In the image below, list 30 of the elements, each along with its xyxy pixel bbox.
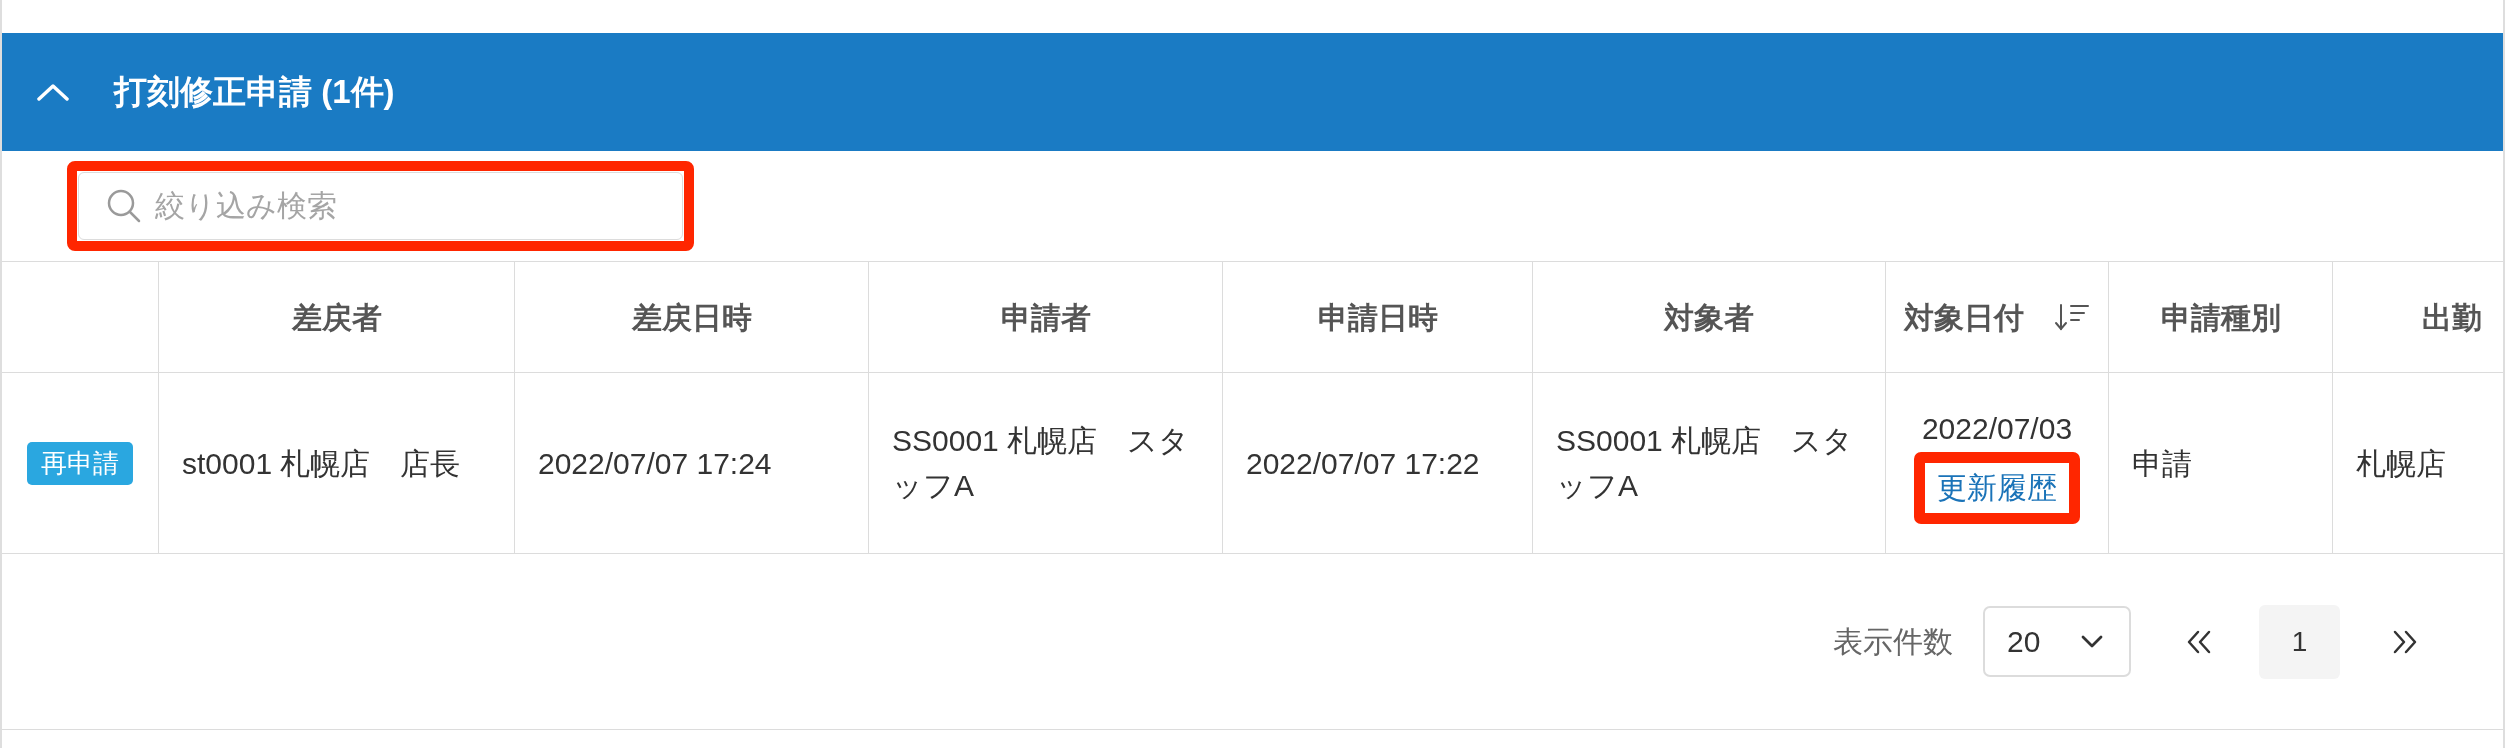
table-value: st0001 札幌店 店長 bbox=[182, 445, 461, 482]
column-header: 申請種別 bbox=[2160, 299, 2281, 336]
history-link[interactable]: 更新履歴 bbox=[1925, 463, 2069, 513]
double-chevron-left-icon[interactable] bbox=[2186, 629, 2212, 654]
reapply-button[interactable]: 再申請 bbox=[27, 441, 133, 485]
table-value: SS0001 札幌店 スタッフA bbox=[892, 423, 1191, 504]
table-value: 2022/07/07 17:24 bbox=[538, 445, 772, 482]
column-header: 出勤 bbox=[2421, 299, 2482, 336]
double-chevron-right-icon[interactable] bbox=[2392, 629, 2418, 654]
caret-icon bbox=[2081, 635, 2103, 648]
table-value: 札幌店 bbox=[2356, 445, 2446, 482]
date-text: 2022/07/03 bbox=[1921, 411, 2073, 447]
column-header: 差戻者 bbox=[291, 299, 382, 336]
section-title: 打刻修正申請 (1件) bbox=[114, 72, 395, 113]
section-header[interactable]: 打刻修正申請 (1件) bbox=[2, 33, 2503, 151]
search-field[interactable]: 絞り込み検索 bbox=[78, 172, 683, 240]
column-header: 差戻日時 bbox=[631, 299, 752, 336]
table-value: 申請 bbox=[2132, 445, 2192, 482]
search-icon bbox=[106, 188, 142, 224]
page-button[interactable]: 1 bbox=[2259, 604, 2340, 679]
column-header: 対象日付 bbox=[1904, 299, 2024, 336]
column-header: 申請日時 bbox=[1317, 299, 1438, 336]
page-size-select[interactable]: 20 bbox=[1983, 606, 2131, 677]
page-size-label: 表示件数 bbox=[1833, 624, 1953, 660]
chevron-up-icon[interactable] bbox=[37, 83, 69, 101]
sort-icon[interactable] bbox=[2054, 303, 2090, 331]
table-value: 2022/07/07 17:22 bbox=[1246, 445, 1480, 482]
column-header: 申請者 bbox=[1000, 299, 1091, 336]
table-value: SS0001 札幌店 スタッフA bbox=[1556, 423, 1855, 504]
column-header: 対象者 bbox=[1664, 299, 1754, 336]
